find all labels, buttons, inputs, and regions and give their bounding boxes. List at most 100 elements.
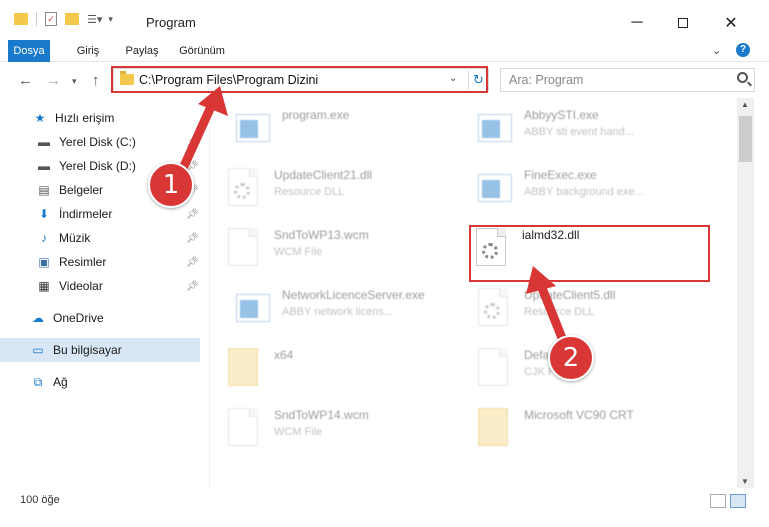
- sidebar-item-quick-access[interactable]: ★ Hızlı erişim: [0, 106, 200, 130]
- file-name: FineExec.exe: [524, 168, 597, 182]
- expand-ribbon-icon[interactable]: ⌄: [712, 44, 721, 57]
- file-item[interactable]: SndToWP14.wcm WCM File: [210, 398, 450, 454]
- tab-view[interactable]: Görünüm: [172, 40, 232, 62]
- computer-icon: ▭: [32, 343, 44, 357]
- sidebar-item-label: Hızlı erişim: [55, 111, 115, 125]
- file-description: ABBY sti event hand...: [524, 126, 634, 138]
- file-highlight-box: [469, 225, 710, 282]
- folder-icon[interactable]: [14, 13, 28, 25]
- sidebar-item-onedrive[interactable]: ☁ OneDrive: [0, 306, 200, 330]
- pin-icon[interactable]: 📌︎: [186, 137, 199, 148]
- file-description: Resource DLL: [524, 306, 595, 318]
- sidebar-item-label: Videolar: [59, 279, 103, 293]
- sidebar-item-local-disk-c[interactable]: ▬ Yerel Disk (C:) 📌︎: [0, 130, 200, 154]
- sidebar-item-pictures[interactable]: ▣ Resimler 📌︎: [0, 250, 200, 274]
- file-description: WCM File: [274, 426, 323, 438]
- large-icons-view-icon[interactable]: [730, 494, 746, 508]
- item-count: 100 öğe: [20, 494, 60, 506]
- sidebar-item-label: Belgeler: [59, 183, 104, 197]
- sidebar-item-label: İndirmeler: [59, 207, 113, 221]
- callout-2: 2: [548, 335, 594, 381]
- file-name: SndToWP13.wcm: [274, 228, 369, 242]
- sidebar-item-videos[interactable]: ▦ Videolar 📌︎: [0, 274, 200, 298]
- file-item[interactable]: NetworkLicenceServer.exe ABBY network li…: [218, 278, 458, 334]
- pin-icon[interactable]: 📌︎: [186, 281, 199, 292]
- file-item[interactable]: SndToWP13.wcm WCM File: [210, 218, 450, 274]
- tab-home[interactable]: Giriş: [66, 40, 110, 62]
- documents-icon: ▤: [38, 183, 50, 197]
- dll-file-icon: [228, 168, 264, 208]
- minimize-button[interactable]: ─: [614, 8, 660, 38]
- folder-icon: [228, 348, 264, 388]
- status-bar: 100 öğe: [0, 488, 769, 527]
- search-icon[interactable]: [737, 72, 748, 83]
- application-icon: [478, 168, 514, 208]
- file-name: Microsoft VC90 CRT: [524, 408, 634, 422]
- application-icon: [478, 108, 514, 148]
- close-button[interactable]: ✕: [708, 8, 754, 38]
- search-box[interactable]: Ara: Program: [500, 68, 755, 92]
- chevron-down-icon[interactable]: ▾: [108, 14, 113, 25]
- back-arrow-icon[interactable]: ←: [18, 72, 33, 89]
- properties-icon[interactable]: ✓: [45, 12, 57, 26]
- file-item[interactable]: UpdateClient5.dll Resource DLL: [460, 278, 700, 334]
- file-description: WCM File: [274, 246, 323, 258]
- file-name: UpdateClient21.dll: [274, 168, 373, 182]
- help-icon[interactable]: ?: [736, 43, 750, 57]
- application-icon: [236, 288, 272, 328]
- document-icon: [228, 228, 264, 268]
- maximize-icon: [678, 18, 688, 28]
- file-item[interactable]: FineExec.exe ABBY background exe...: [460, 158, 700, 214]
- close-icon: ✕: [724, 15, 738, 32]
- scroll-down-icon[interactable]: ▼: [741, 477, 749, 486]
- file-item[interactable]: UpdateClient21.dll Resource DLL: [210, 158, 450, 214]
- sidebar-item-music[interactable]: ♪ Müzik 📌︎: [0, 226, 200, 250]
- maximize-button[interactable]: [660, 8, 706, 38]
- document-icon: [228, 408, 264, 448]
- music-icon: ♪: [41, 231, 47, 245]
- customize-icon[interactable]: ☰▾: [87, 13, 102, 26]
- navigation-pane: ★ Hızlı erişim ▬ Yerel Disk (C:) 📌︎ ▬ Ye…: [0, 98, 210, 488]
- file-name: x64: [274, 348, 294, 362]
- scroll-up-icon[interactable]: ▲: [741, 100, 749, 109]
- drive-icon: ▬: [38, 159, 50, 173]
- file-name: UpdateClient5.dll: [524, 288, 616, 302]
- cloud-icon: ☁: [32, 311, 44, 325]
- sidebar-item-label: Müzik: [59, 231, 91, 245]
- vertical-scrollbar[interactable]: ▲ ▼: [737, 98, 754, 488]
- address-highlight-box: [111, 66, 488, 93]
- file-name: AbbyySTI.exe: [524, 108, 599, 122]
- file-item[interactable]: AbbyySTI.exe ABBY sti event hand...: [460, 98, 700, 154]
- ribbon: Dosya Giriş Paylaş Görünüm ⌄ ?: [0, 40, 769, 96]
- details-view-icon[interactable]: [710, 494, 726, 508]
- file-item[interactable]: x64: [210, 338, 450, 394]
- file-item[interactable]: program.exe: [218, 98, 458, 154]
- file-item[interactable]: Microsoft VC90 CRT: [460, 398, 700, 454]
- up-arrow-icon[interactable]: ↑: [92, 72, 100, 89]
- pin-icon[interactable]: 📌︎: [186, 233, 199, 244]
- pin-icon[interactable]: 📌︎: [186, 209, 199, 220]
- star-icon: ★: [34, 111, 46, 125]
- minimize-icon: ─: [631, 14, 643, 31]
- file-description: ABBY background exe...: [524, 186, 644, 198]
- file-description: ABBY network licens...: [282, 306, 394, 318]
- drive-icon: ▬: [38, 135, 50, 149]
- application-icon: [236, 108, 272, 148]
- sidebar-item-label: Resimler: [59, 255, 107, 269]
- sidebar-item-label: Bu bilgisayar: [53, 343, 122, 357]
- network-icon: ⧉: [33, 374, 43, 389]
- tab-share[interactable]: Paylaş: [118, 40, 166, 62]
- recent-locations-icon[interactable]: ▾: [72, 76, 77, 87]
- sidebar-item-label: OneDrive: [53, 311, 104, 325]
- sidebar-item-label: Yerel Disk (D:): [59, 159, 136, 173]
- sidebar-item-this-pc[interactable]: ▭ Bu bilgisayar: [0, 338, 200, 362]
- pin-icon[interactable]: 📌︎: [186, 257, 199, 268]
- search-input[interactable]: Ara: Program: [509, 73, 583, 87]
- callout-1: 1: [148, 162, 194, 208]
- sidebar-item-network[interactable]: ⧉ Ağ: [0, 370, 200, 394]
- scrollbar-thumb[interactable]: [739, 116, 752, 162]
- quick-access-toolbar: ✓ ☰▾ ▾: [14, 12, 113, 26]
- forward-arrow-icon[interactable]: →: [46, 72, 61, 89]
- new-folder-icon[interactable]: [65, 13, 79, 25]
- document-icon: [478, 348, 514, 388]
